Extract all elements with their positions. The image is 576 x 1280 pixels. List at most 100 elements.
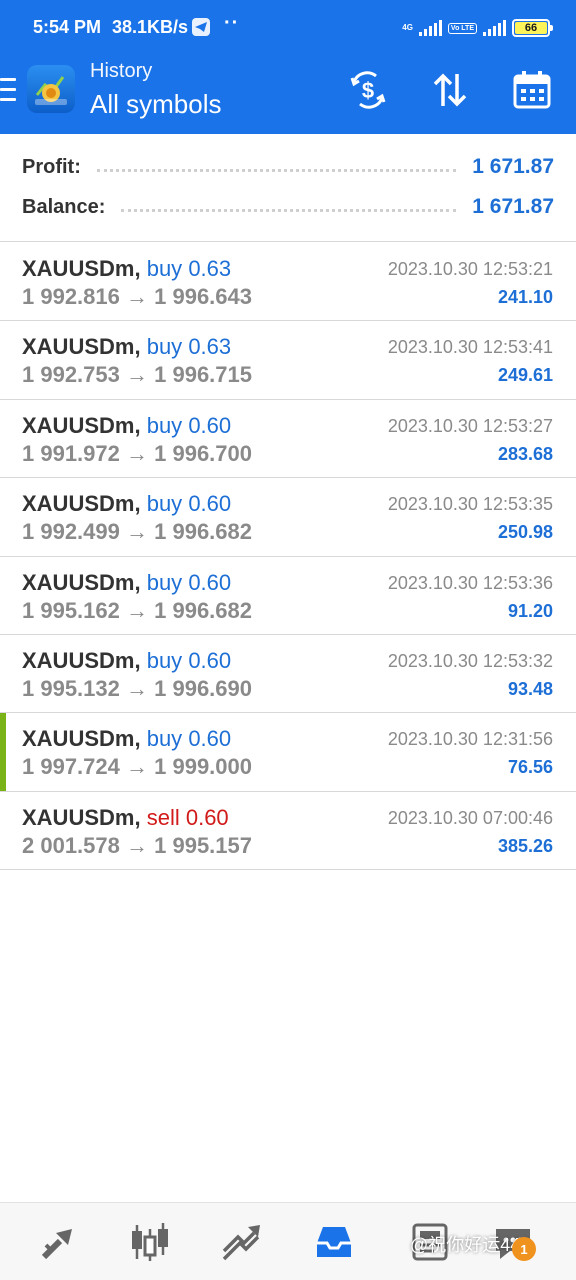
- arrow-icon: →: [126, 597, 148, 623]
- currency-button[interactable]: $: [346, 68, 390, 112]
- trade-close-price: 1 996.682: [154, 519, 252, 545]
- nav-trade[interactable]: [218, 1219, 264, 1265]
- trade-profit: 249.61: [497, 365, 553, 386]
- menu-icon[interactable]: [0, 78, 16, 102]
- trade-symbol: XAUUSDm,: [22, 726, 141, 752]
- profit-label: Profit:: [22, 155, 81, 178]
- network-type-label: 4G: [402, 23, 413, 32]
- trade-side: buy: [146, 491, 183, 517]
- trade-title: XAUUSDm, buy 0.60: [22, 726, 231, 752]
- trade-open-price: 2 001.578: [22, 832, 120, 858]
- trade-row[interactable]: XAUUSDm, buy 0.60 1 995.162 → 1 996.682 20…: [0, 557, 576, 635]
- arrow-icon: →: [126, 519, 148, 545]
- trade-volume: 0.63: [188, 334, 232, 360]
- trade-title: XAUUSDm, buy 0.60: [22, 491, 231, 517]
- trade-time: 2023.10.30 12:53:36: [387, 572, 553, 593]
- sort-button[interactable]: [428, 68, 472, 112]
- trade-profit: 91.20: [507, 600, 553, 621]
- chat-badge: 1: [512, 1237, 536, 1261]
- history-icon: [317, 1227, 351, 1257]
- trade-profit: 250.98: [497, 522, 553, 543]
- trade-volume: 0.63: [188, 256, 232, 281]
- nav-quotes[interactable]: [36, 1219, 82, 1265]
- trade-open-price: 1 991.972: [22, 440, 120, 466]
- trade-open-price: 1 992.753: [22, 362, 120, 388]
- nav-history[interactable]: [311, 1219, 357, 1265]
- trade-open-price: 1 995.132: [22, 675, 120, 701]
- trade-symbol: XAUUSDm,: [22, 491, 141, 517]
- trade-prices: 1 991.972 → 1 996.700: [22, 441, 252, 467]
- trade-side: buy: [146, 647, 183, 673]
- status-network-speed: 38.1KB/s: [112, 17, 189, 37]
- trade-time: 2023.10.30 07:00:46: [387, 807, 553, 828]
- balance-row: Balance: 1 671.87: [22, 192, 554, 222]
- calendar-button[interactable]: [510, 68, 554, 112]
- arrow-icon: →: [126, 284, 148, 309]
- trade-side: buy: [146, 726, 183, 752]
- balance-dots: [121, 202, 457, 212]
- bottom-navigation: @祝你好运444 1: [0, 1202, 576, 1280]
- trade-symbol: XAUUSDm,: [22, 569, 141, 595]
- trade-volume: 0.60: [188, 569, 232, 595]
- battery-level: 66: [515, 22, 547, 34]
- profit-dots: [96, 162, 457, 172]
- arrow-icon: →: [126, 675, 148, 701]
- trade-prices: 1 992.816 → 1 996.643: [22, 284, 252, 310]
- trade-title: XAUUSDm, buy 0.60: [22, 648, 231, 674]
- trade-row[interactable]: XAUUSDm, buy 0.60 1 995.132 → 1 996.690 20…: [0, 635, 576, 714]
- account-summary: Profit: 1 671.87 Balance: 1 671.87: [0, 134, 576, 242]
- status-time: 5:54 PM: [33, 17, 102, 37]
- trade-row[interactable]: XAUUSDm, buy 0.63 1 992.816 → 1 996.643 20…: [0, 243, 576, 322]
- trade-side: buy: [146, 256, 183, 281]
- trade-open-price: 1 997.724: [22, 754, 120, 780]
- trade-prices: 1 992.753 → 1 996.715: [22, 362, 252, 388]
- trade-profit: 93.48: [507, 678, 553, 699]
- trade-volume: 0.60: [188, 726, 232, 752]
- telegram-icon: [192, 18, 210, 36]
- trade-title: XAUUSDm, sell 0.60: [22, 805, 229, 831]
- trade-row[interactable]: XAUUSDm, buy 0.60 1 992.499 → 1 996.682 20…: [0, 478, 576, 557]
- trade-title: XAUUSDm, buy 0.60: [22, 413, 231, 439]
- trade-open-price: 1 992.816: [22, 284, 120, 309]
- trade-prices: 1 997.724 → 1 999.000: [22, 754, 252, 780]
- app-bar: History All symbols $: [0, 56, 576, 134]
- trade-symbol: XAUUSDm,: [22, 334, 141, 360]
- quotes-icon: [41, 1229, 72, 1260]
- arrow-icon: →: [126, 832, 148, 858]
- trade-row[interactable]: XAUUSDm, buy 0.60 1 991.972 → 1 996.700 20…: [0, 400, 576, 479]
- sort-icon: [433, 73, 467, 107]
- trade-volume: 0.60: [188, 412, 232, 438]
- trade-profit: 76.56: [507, 757, 553, 778]
- trade-volume: 0.60: [185, 804, 229, 830]
- trade-close-price: 1 996.700: [154, 440, 252, 466]
- trade-icon: [222, 1225, 260, 1261]
- trade-row[interactable]: XAUUSDm, sell 0.60 2 001.578 → 1 995.157 2…: [0, 792, 576, 871]
- nav-chart[interactable]: [127, 1219, 173, 1265]
- trade-row[interactable]: XAUUSDm, buy 0.63 1 992.753 → 1 996.715 20…: [0, 321, 576, 400]
- trade-row[interactable]: XAUUSDm, buy 0.60 1 997.724 → 1 999.000 20…: [0, 713, 576, 792]
- trade-close-price: 1 996.715: [154, 362, 252, 388]
- status-more-dots: ··: [224, 12, 240, 34]
- chart-icon: [132, 1223, 168, 1261]
- trade-side: sell: [146, 804, 180, 830]
- trade-title: XAUUSDm, buy 0.63: [22, 334, 231, 360]
- trade-close-price: 1 996.690: [154, 675, 252, 701]
- trade-close-price: 1 996.643: [154, 284, 252, 309]
- trade-side: buy: [146, 569, 183, 595]
- battery-icon: 66: [512, 19, 553, 37]
- arrow-icon: →: [126, 754, 148, 780]
- trade-open-price: 1 995.162: [22, 597, 120, 623]
- trade-time: 2023.10.30 12:53:35: [387, 494, 553, 515]
- status-indicators: 4G Vo LTE 66: [402, 16, 553, 40]
- trade-history-list: XAUUSDm, buy 0.63 1 992.816 → 1 996.643 20…: [0, 243, 576, 871]
- symbol-filter-label[interactable]: All symbols: [90, 89, 221, 120]
- trade-side: buy: [146, 412, 183, 438]
- trade-symbol: XAUUSDm,: [22, 647, 141, 673]
- app-logo[interactable]: [27, 65, 75, 113]
- trade-close-price: 1 999.000: [154, 754, 252, 780]
- trade-symbol: XAUUSDm,: [22, 804, 141, 830]
- trade-title: XAUUSDm, buy 0.63: [22, 256, 231, 282]
- trade-volume: 0.60: [188, 491, 232, 517]
- trade-open-price: 1 992.499: [22, 519, 120, 545]
- volte-badge: Vo LTE: [447, 22, 477, 34]
